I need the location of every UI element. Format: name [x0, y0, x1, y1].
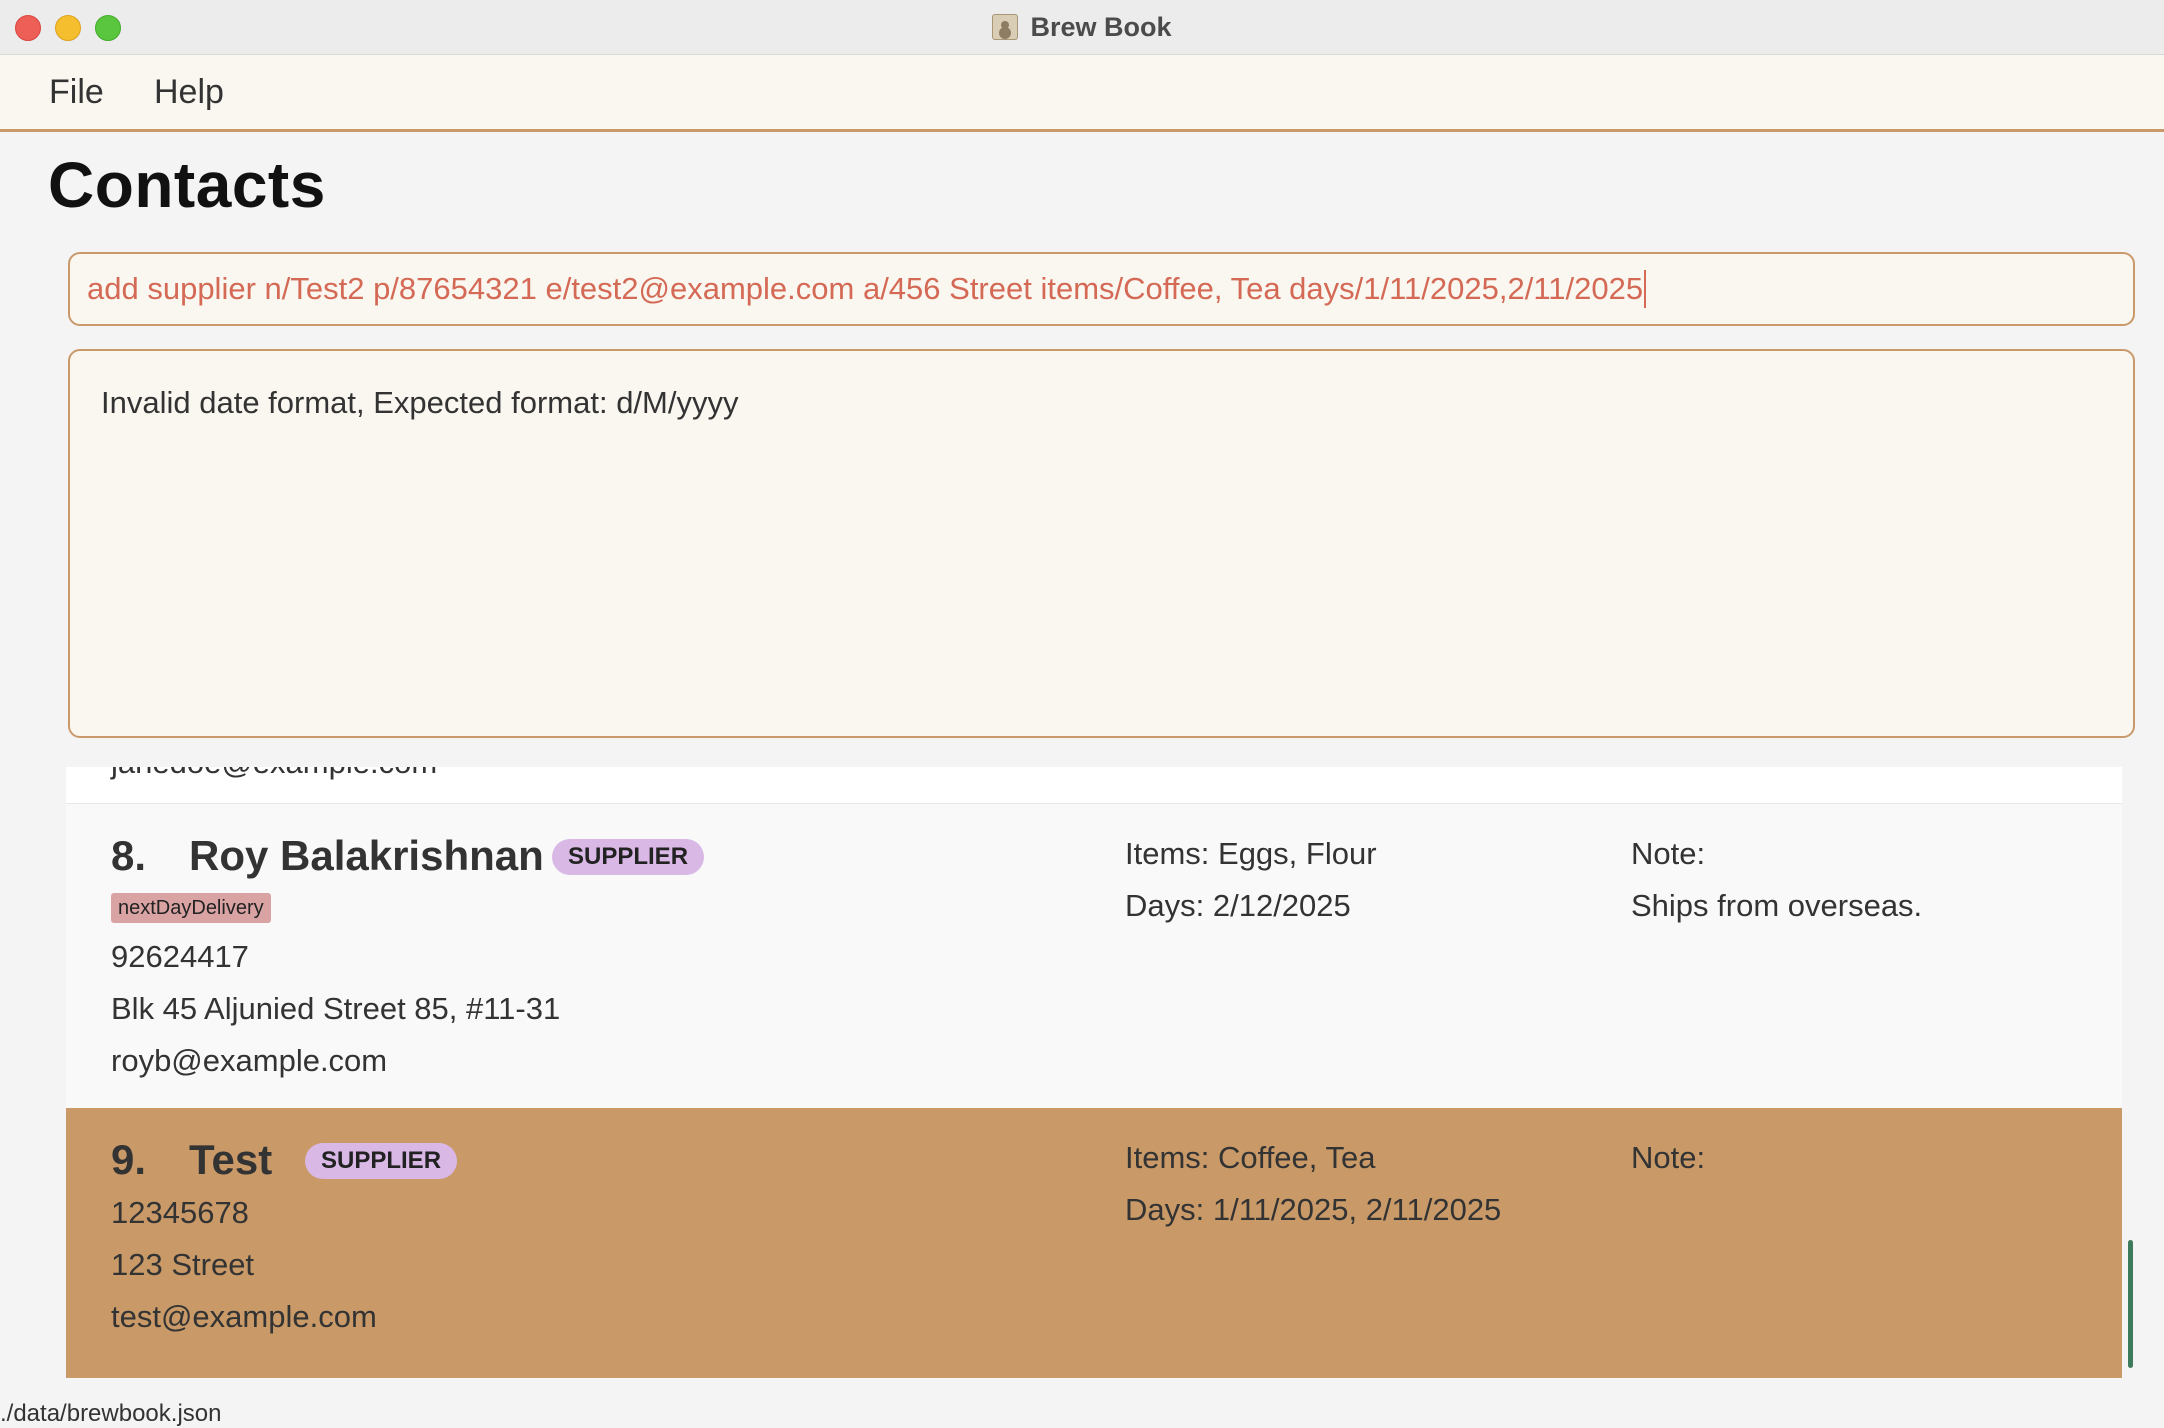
contact-card-partial[interactable]: janedoe@example.com	[66, 767, 2122, 804]
contact-note: Ships from overseas.	[1631, 888, 1923, 923]
contact-email: royb@example.com	[111, 1043, 388, 1078]
page-title: Contacts	[48, 149, 326, 221]
contact-items: Items: Eggs, Flour	[1125, 836, 1377, 871]
contact-list[interactable]: janedoe@example.com 8. Roy Balakrishnan …	[66, 767, 2122, 1379]
contact-phone: 92624417	[111, 939, 249, 974]
text-caret	[1644, 270, 1647, 308]
contact-index: 8.	[111, 832, 147, 879]
contact-card[interactable]: 8. Roy Balakrishnan SUPPLIER nextDayDeli…	[66, 804, 2122, 1078]
scrollbar-thumb[interactable]	[2128, 1240, 2133, 1368]
window-title: Brew Book	[1030, 11, 1172, 42]
menu-help[interactable]: Help	[152, 69, 226, 116]
contact-index: 9.	[111, 1136, 147, 1183]
window-titlebar: Brew Book	[0, 0, 2164, 55]
result-message: Invalid date format, Expected format: d/…	[101, 385, 739, 420]
contact-tag: nextDayDelivery	[111, 893, 271, 923]
contact-card-selected[interactable]: 9. Test SUPPLIER 12345678 123 Street tes…	[66, 1108, 2122, 1378]
contact-name: Test	[189, 1136, 273, 1183]
list-scrollbar[interactable]	[2124, 767, 2138, 1379]
contact-phone: 12345678	[111, 1195, 249, 1230]
supplier-badge: SUPPLIER	[552, 839, 705, 875]
contact-days: Days: 1/11/2025, 2/11/2025	[1125, 1192, 1502, 1227]
supplier-badge: SUPPLIER	[305, 1143, 458, 1179]
contact-address: Blk 45 Aljunied Street 85, #11-31	[111, 991, 561, 1026]
contact-name: Roy Balakrishnan	[189, 832, 544, 879]
contact-address: 123 Street	[111, 1247, 255, 1282]
contact-email: janedoe@example.com	[111, 767, 437, 781]
address-book-icon	[992, 14, 1019, 40]
menu-file[interactable]: File	[47, 69, 106, 116]
contact-note-label: Note:	[1631, 836, 1706, 871]
contact-email: test@example.com	[111, 1299, 377, 1334]
command-input-text: add supplier n/Test2 p/87654321 e/test2@…	[87, 271, 1644, 306]
contact-note-label: Note:	[1631, 1140, 1706, 1175]
result-display[interactable]: Invalid date format, Expected format: d/…	[68, 349, 2135, 738]
contact-items: Items: Coffee, Tea	[1125, 1140, 1376, 1175]
menu-bar: File Help	[0, 55, 2164, 132]
contact-days: Days: 2/12/2025	[1125, 888, 1351, 923]
data-file-path: ./data/brewbook.json	[0, 1400, 222, 1427]
command-input[interactable]: add supplier n/Test2 p/87654321 e/test2@…	[68, 252, 2135, 326]
status-bar: ./data/brewbook.json	[0, 1397, 2164, 1427]
